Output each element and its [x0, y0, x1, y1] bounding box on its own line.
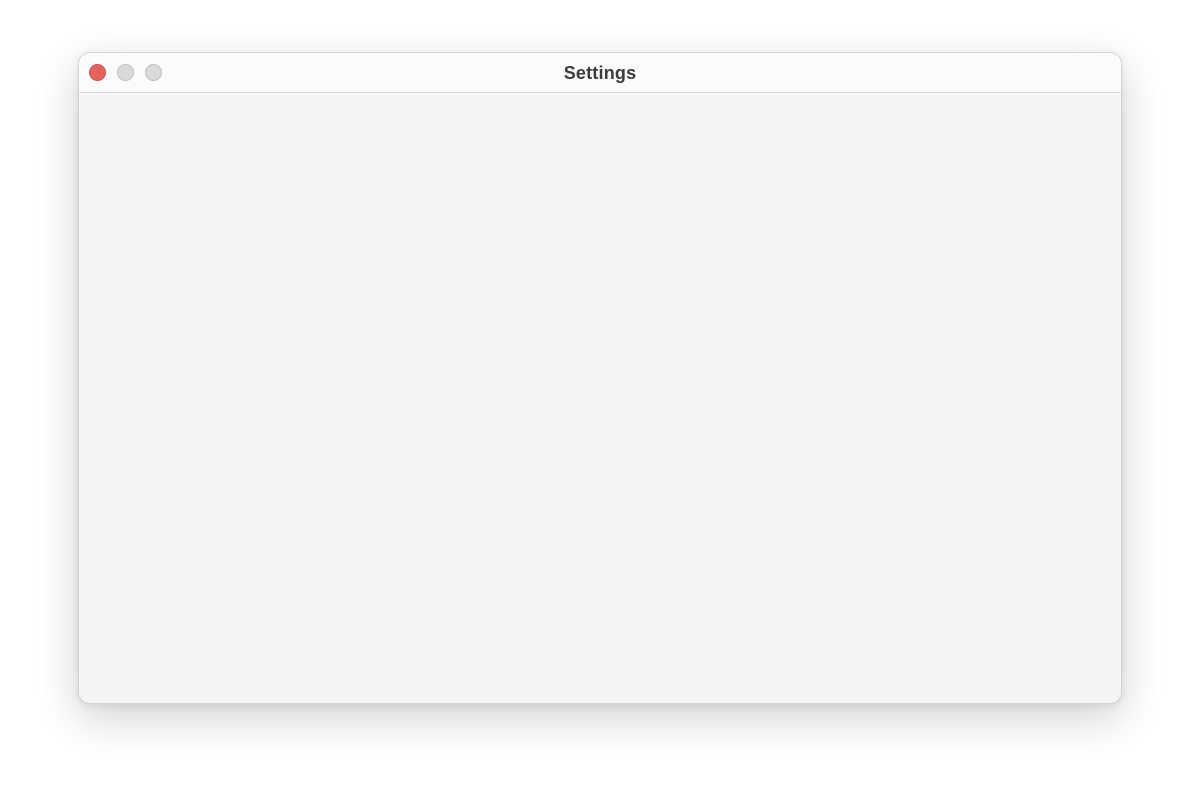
settings-content-area: [79, 93, 1121, 703]
window-title: Settings: [563, 63, 637, 83]
title-bar[interactable]: Settings: [79, 53, 1121, 93]
settings-window: Settings: [78, 52, 1122, 704]
